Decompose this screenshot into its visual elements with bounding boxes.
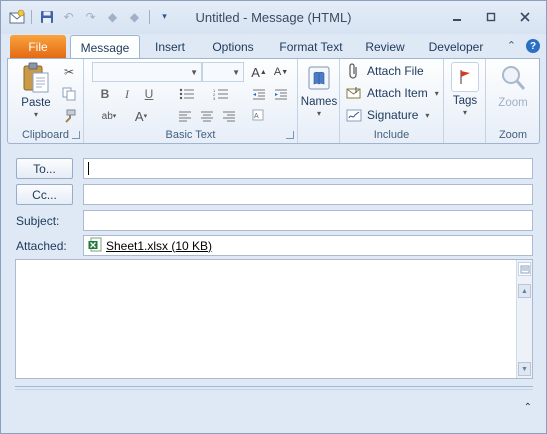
- tab-review[interactable]: Review: [359, 36, 411, 58]
- body-scrollbar[interactable]: ▲ ▼: [516, 260, 532, 378]
- clipboard-dialog-launcher[interactable]: [72, 131, 80, 139]
- cc-button[interactable]: Cc...: [16, 184, 73, 205]
- align-left-icon[interactable]: [176, 107, 194, 125]
- copy-icon[interactable]: [60, 85, 78, 103]
- decrease-indent-icon[interactable]: [250, 85, 268, 103]
- outlook-message-window: ↶ ↷ ◆ ◆ ▾ Untitled - Message (HTML) File…: [0, 0, 547, 434]
- tab-format-text[interactable]: Format Text: [275, 36, 347, 58]
- to-field[interactable]: [83, 158, 533, 179]
- bullets-icon[interactable]: [176, 85, 198, 103]
- minimize-ribbon-icon[interactable]: ⌃: [507, 39, 516, 53]
- attached-field: Sheet1.xlsx (10 KB): [83, 235, 533, 256]
- ribbon-tabs: File Message Insert Options Format Text …: [1, 34, 546, 59]
- close-icon[interactable]: [512, 7, 538, 27]
- font-size-dropdown[interactable]: ▼: [202, 62, 244, 82]
- italic-button[interactable]: I: [118, 85, 136, 103]
- highlight-icon[interactable]: ab ▾: [96, 107, 122, 125]
- signature-dropdown-icon: ▾: [425, 110, 430, 120]
- align-center-icon[interactable]: [198, 107, 216, 125]
- underline-button[interactable]: U: [140, 85, 158, 103]
- tab-options[interactable]: Options: [205, 36, 261, 58]
- attached-label: Attached:: [16, 239, 67, 253]
- tags-dropdown-icon: ▾: [462, 108, 467, 117]
- styles-icon[interactable]: A: [250, 107, 268, 125]
- attach-file-button[interactable]: Attach File: [346, 61, 424, 81]
- paste-button[interactable]: Paste ▾: [16, 62, 56, 119]
- subject-label: Subject:: [16, 214, 60, 228]
- zoom-button[interactable]: Zoom: [492, 62, 534, 118]
- zoom-group-label: Zoom: [498, 129, 528, 141]
- shrink-font-icon[interactable]: A ▼: [272, 63, 290, 81]
- attachment-link[interactable]: Sheet1.xlsx (10 KB): [106, 239, 212, 253]
- to-button[interactable]: To...: [16, 158, 73, 179]
- cut-icon[interactable]: ✂: [60, 63, 78, 81]
- scroll-up-icon[interactable]: ▲: [518, 284, 531, 298]
- signature-label: Signature: [367, 108, 419, 122]
- window-controls: [444, 7, 538, 27]
- attach-item-dropdown-icon: ▾: [434, 88, 439, 98]
- help-icon[interactable]: ?: [526, 39, 540, 53]
- format-painter-icon[interactable]: [60, 107, 78, 125]
- message-body[interactable]: ▲ ▼: [15, 259, 533, 379]
- paste-icon: [21, 62, 51, 94]
- flag-icon: [451, 62, 479, 92]
- svg-text:A: A: [254, 113, 259, 120]
- magnifier-icon: [498, 62, 528, 94]
- group-tags: Tags ▾: [444, 59, 486, 143]
- font-name-dropdown[interactable]: ▼: [92, 62, 202, 82]
- attach-file-label: Attach File: [367, 64, 424, 78]
- subject-field[interactable]: [83, 210, 533, 231]
- ribbon-tab-icons: ⌃ ?: [507, 39, 540, 53]
- paperclip-icon: [346, 63, 362, 79]
- ruler-toggle-icon[interactable]: [518, 262, 531, 276]
- attach-item-label: Attach Item: [367, 86, 428, 100]
- minimize-icon[interactable]: [444, 7, 470, 27]
- paste-label: Paste: [21, 97, 51, 109]
- ribbon: Paste ▾ ✂ Clipboard ▼ ▼ A ▲ A ▼ B I U 1 …: [7, 58, 540, 144]
- maximize-icon[interactable]: [478, 7, 504, 27]
- basic-text-dialog-launcher[interactable]: [286, 131, 294, 139]
- align-right-icon[interactable]: [220, 107, 238, 125]
- grow-font-icon[interactable]: A ▲: [250, 63, 268, 81]
- names-dropdown-icon: ▾: [316, 109, 321, 118]
- include-group-label: Include: [373, 129, 410, 141]
- tags-label: Tags: [452, 95, 478, 107]
- title-bar: ↶ ↷ ◆ ◆ ▾ Untitled - Message (HTML): [1, 1, 546, 34]
- group-zoom: Zoom Zoom: [486, 59, 540, 143]
- attach-item-button[interactable]: Attach Item ▾: [346, 83, 439, 103]
- signature-button[interactable]: Signature ▾: [346, 105, 429, 125]
- tags-button[interactable]: Tags ▾: [444, 62, 486, 118]
- names-label: Names: [300, 96, 338, 108]
- attach-item-icon: [346, 85, 362, 101]
- group-basic-text: ▼ ▼ A ▲ A ▼ B I U 123 ab ▾ A ▾ A Basic T…: [84, 59, 298, 143]
- expand-people-pane-icon[interactable]: ⌃: [524, 402, 532, 413]
- address-book-icon: [304, 62, 334, 93]
- group-include: Attach File Attach Item ▾ Signature ▾ In…: [340, 59, 444, 143]
- scroll-down-icon[interactable]: ▼: [518, 362, 531, 376]
- svg-text:3: 3: [213, 96, 216, 100]
- cc-field[interactable]: [83, 184, 533, 205]
- numbering-icon[interactable]: 123: [210, 85, 232, 103]
- tab-message[interactable]: Message: [70, 35, 140, 59]
- text-cursor: [88, 162, 89, 175]
- paste-dropdown-icon: ▾: [33, 110, 38, 119]
- tab-developer[interactable]: Developer: [423, 36, 489, 58]
- tab-file[interactable]: File: [10, 35, 66, 58]
- bold-button[interactable]: B: [96, 85, 114, 103]
- basic-text-group-label: Basic Text: [165, 129, 216, 141]
- tab-insert[interactable]: Insert: [147, 36, 193, 58]
- zoom-button-label: Zoom: [498, 97, 528, 109]
- group-clipboard: Paste ▾ ✂ Clipboard: [8, 59, 84, 143]
- signature-icon: [346, 107, 362, 123]
- excel-file-icon: [88, 237, 102, 255]
- font-color-button[interactable]: A ▾: [128, 107, 154, 125]
- names-button[interactable]: Names ▾: [298, 62, 340, 118]
- people-pane-divider[interactable]: [15, 386, 533, 390]
- group-names: Names ▾: [298, 59, 340, 143]
- increase-indent-icon[interactable]: [272, 85, 290, 103]
